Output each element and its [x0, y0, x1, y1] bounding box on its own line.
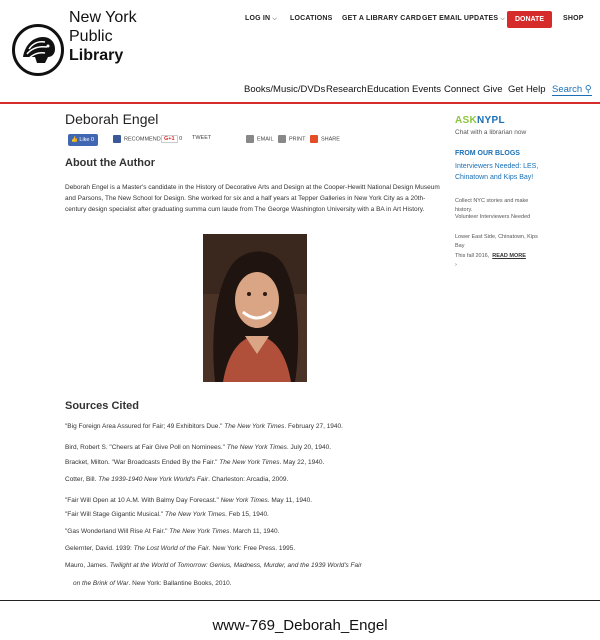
nav-education[interactable]: Education	[367, 84, 409, 95]
search-label: Search	[552, 84, 583, 95]
facebook-like-button[interactable]: 👍 Like 0	[68, 134, 98, 146]
login-link[interactable]: LOG IN ⌵	[245, 15, 277, 23]
gplus-button[interactable]: G+1 0	[161, 135, 182, 143]
nav-research[interactable]: Research	[326, 84, 367, 95]
list-item: "Big Foreign Area Assured for Fair; 49 E…	[65, 423, 343, 430]
list-item: "Fair Will Stage Gigantic Musical." The …	[65, 511, 269, 518]
page-title: Deborah Engel	[65, 111, 159, 127]
nav-events[interactable]: Events	[412, 84, 441, 95]
share-label: SHARE	[321, 136, 340, 143]
chevron-down-icon: ⌵	[272, 16, 278, 22]
brand-line-3: Library	[69, 47, 124, 64]
gplus-count: 0	[179, 136, 183, 142]
ask-subtitle: Chat with a librarian now	[455, 129, 527, 136]
footer-divider	[0, 600, 600, 601]
list-item: "Gas Wonderland Will Rise At Fair." The …	[65, 528, 280, 535]
print-icon	[278, 135, 286, 143]
chevron-down-icon: ⌵	[500, 16, 506, 22]
site-header: New York Public Library LOG IN ⌵ LOCATION…	[0, 0, 600, 104]
author-bio: Deborah Engel is a Master's candidate in…	[65, 184, 440, 213]
nav-give[interactable]: Give	[483, 84, 503, 95]
nypl-lion-logo-icon[interactable]	[12, 24, 64, 76]
share-button[interactable]: SHARE	[310, 135, 340, 143]
list-item: Cotter, Bill. The 1939-1940 New York Wor…	[65, 476, 289, 483]
blog-post-title[interactable]: Interviewers Needed: LES, Chinatown and …	[455, 161, 545, 183]
facebook-icon	[113, 135, 121, 143]
read-more-link[interactable]: READ MORE	[492, 253, 526, 259]
recommend-button[interactable]: RECOMMEND	[113, 135, 161, 143]
list-item: Mauro, James. Twilight at the World of T…	[65, 562, 362, 569]
shop-link[interactable]: SHOP	[563, 15, 584, 22]
print-button[interactable]: PRINT	[278, 135, 306, 143]
nav-get-help[interactable]: Get Help	[508, 84, 546, 95]
nypl-label: NYPL	[477, 115, 505, 126]
blog-excerpt: This fall 2016, READ MORE	[455, 252, 545, 261]
login-label: LOG IN	[245, 15, 271, 22]
share-icon	[310, 135, 318, 143]
about-heading: About the Author	[65, 157, 156, 169]
share-bar: 👍 Like 0 RECOMMEND G+1 0 TWEET EMAIL PRI…	[66, 133, 366, 147]
image-caption: www-769_Deborah_Engel	[212, 617, 388, 634]
search-link[interactable]: Search ⚲	[552, 84, 592, 96]
list-item: Bracket, Milton. "War Broadcasts Ended B…	[65, 459, 325, 466]
author-photo	[203, 234, 307, 382]
gplus-icon: G+1	[161, 135, 178, 143]
recommend-label: RECOMMEND	[124, 136, 161, 143]
donate-button[interactable]: DONATE	[507, 11, 552, 28]
main-nav: Books/Music/DVDs Research Education Even…	[0, 84, 600, 100]
list-item: Gelernter, David. 1939: The Lost World o…	[65, 545, 296, 552]
locations-link[interactable]: LOCATIONS	[290, 15, 333, 22]
nav-connect[interactable]: Connect	[444, 84, 479, 95]
search-icon: ⚲	[584, 84, 592, 95]
blogs-heading[interactable]: FROM OUR BLOGS	[455, 150, 520, 157]
ask-label: ASK	[455, 115, 478, 126]
brand-line-2: Public	[69, 28, 113, 45]
blog-locations: Lower East Side, Chinatown, Kips Bay	[455, 234, 538, 249]
email-share-button[interactable]: EMAIL	[246, 135, 274, 143]
email-updates-label: GET EMAIL UPDATES	[422, 15, 499, 22]
blog-excerpt-text: This fall 2016,	[455, 253, 490, 259]
print-label: PRINT	[289, 136, 306, 143]
sources-heading: Sources Cited	[65, 400, 139, 412]
list-item: on the Brink of War. New York: Ballantin…	[73, 580, 232, 587]
library-card-link[interactable]: GET A LIBRARY CARD	[342, 15, 421, 22]
nav-books-music-dvds[interactable]: Books/Music/DVDs	[244, 84, 325, 95]
list-item: "Fair Will Open at 10 A.M. With Balmy Da…	[65, 497, 313, 504]
list-item: Bird, Robert S. "Cheers at Fair Give Pol…	[65, 444, 332, 451]
read-more-tail: ›	[455, 262, 457, 268]
email-updates-link[interactable]: GET EMAIL UPDATES ⌵	[422, 15, 505, 23]
email-icon	[246, 135, 254, 143]
ask-nypl-link[interactable]: ASKNYPL	[455, 115, 505, 126]
blog-role: Volunteer Interviewers Needed	[455, 214, 531, 220]
like-label: Like 0	[79, 137, 95, 143]
tweet-button[interactable]: TWEET	[192, 135, 211, 141]
email-share-label: EMAIL	[257, 136, 274, 143]
